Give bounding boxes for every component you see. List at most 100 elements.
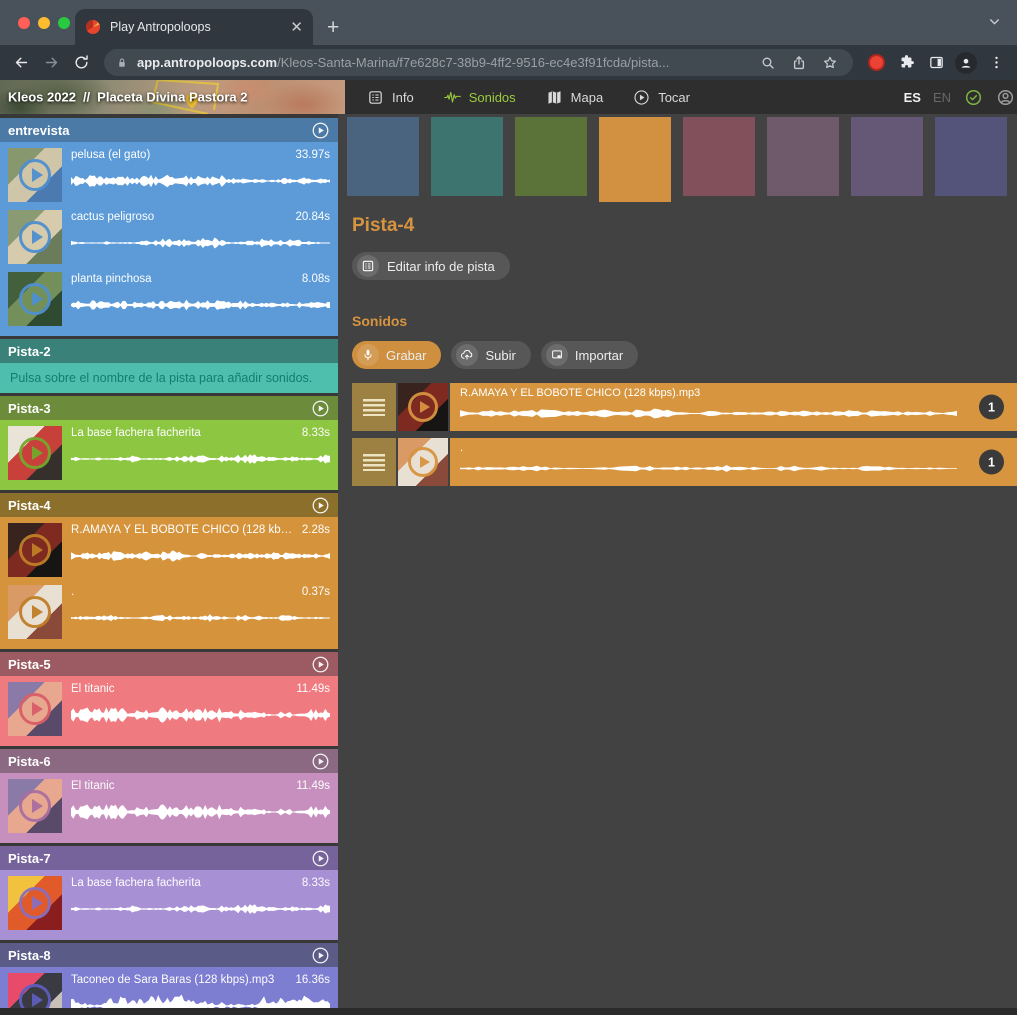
sound-thumbnail[interactable] — [398, 383, 448, 431]
clip-play-icon[interactable] — [19, 887, 51, 919]
sound-row-body[interactable]: .1 — [450, 438, 1017, 486]
clip-item[interactable]: cactus peligroso20.84s — [8, 210, 330, 264]
clip-play-icon[interactable] — [19, 159, 51, 191]
chevron-down-icon[interactable] — [988, 15, 1001, 28]
record-indicator-icon[interactable] — [863, 50, 889, 76]
pista-swatch-3[interactable] — [515, 117, 587, 196]
microphone-icon — [357, 344, 379, 366]
check-circle-icon[interactable] — [964, 88, 983, 107]
clip-play-icon[interactable] — [19, 534, 51, 566]
pista-swatch-1[interactable] — [347, 117, 419, 196]
edit-track-info-button[interactable]: Editar info de pista — [352, 252, 510, 280]
sound-row-body[interactable]: R.AMAYA Y EL BOBOTE CHICO (128 kbps).mp3… — [450, 383, 1017, 431]
clip-play-icon[interactable] — [19, 596, 51, 628]
clip-thumbnail[interactable] — [8, 272, 62, 326]
track-header[interactable]: Pista-2 — [0, 339, 338, 363]
sound-play-icon[interactable] — [408, 447, 438, 477]
side-panel-icon[interactable] — [923, 50, 949, 76]
track-header[interactable]: Pista-6 — [0, 749, 338, 773]
forward-button[interactable] — [38, 50, 64, 76]
track-play-button[interactable] — [311, 655, 330, 674]
track-play-button[interactable] — [311, 752, 330, 771]
clip-play-icon[interactable] — [19, 693, 51, 725]
pista-swatch-5[interactable] — [683, 117, 755, 196]
clip-play-icon[interactable] — [19, 437, 51, 469]
close-window-button[interactable] — [18, 17, 30, 29]
clip-item[interactable]: .0.37s — [8, 585, 330, 639]
clip-item[interactable]: Taconeo de Sara Baras (128 kbps).mp316.3… — [8, 973, 330, 1008]
language-option-es[interactable]: ES — [904, 90, 921, 105]
clip-thumbnail[interactable] — [8, 779, 62, 833]
clip-item[interactable]: La base fachera facherita8.33s — [8, 876, 330, 930]
maximize-window-button[interactable] — [58, 17, 70, 29]
waveform — [460, 457, 957, 480]
clip-play-icon[interactable] — [19, 984, 51, 1008]
nav-item-sonidos[interactable]: Sonidos — [444, 89, 516, 106]
clip-thumbnail[interactable] — [8, 973, 62, 1008]
clip-item[interactable]: planta pinchosa8.08s — [8, 272, 330, 326]
zoom-icon[interactable] — [757, 55, 779, 71]
share-icon[interactable] — [788, 55, 810, 71]
pista-swatch-8[interactable] — [935, 117, 1007, 196]
track-header[interactable]: Pista-8 — [0, 943, 338, 967]
pista-swatch-6[interactable] — [767, 117, 839, 196]
clip-name: El titanic — [71, 683, 114, 695]
clip-play-icon[interactable] — [19, 283, 51, 315]
clip-item[interactable]: R.AMAYA Y EL BOBOTE CHICO (128 kbps)....… — [8, 523, 330, 577]
pista-swatch-2[interactable] — [431, 117, 503, 196]
track-header[interactable]: Pista-3 — [0, 396, 338, 420]
clip-thumbnail[interactable] — [8, 148, 62, 202]
sound-thumbnail[interactable] — [398, 438, 448, 486]
nav-item-mapa[interactable]: Mapa — [546, 89, 604, 106]
clip-item[interactable]: El titanic11.49s — [8, 682, 330, 736]
window-controls — [18, 17, 70, 29]
bookmark-star-icon[interactable] — [819, 55, 841, 71]
clip-item[interactable]: pelusa (el gato)33.97s — [8, 148, 330, 202]
track-header[interactable]: Pista-4 — [0, 493, 338, 517]
clip-thumbnail[interactable] — [8, 876, 62, 930]
nav-item-info[interactable]: Info — [367, 89, 414, 106]
clip-thumbnail[interactable] — [8, 682, 62, 736]
url-bar[interactable]: app.antropoloops.com/Kleos-Santa-Marina/… — [104, 49, 853, 76]
project-banner[interactable]: Kleos 2022 // Placeta Divina Pastora 2 — [0, 80, 345, 114]
pista-swatch-4[interactable] — [599, 117, 671, 202]
track-play-button[interactable] — [311, 121, 330, 140]
track-header[interactable]: Pista-7 — [0, 846, 338, 870]
drag-handle[interactable] — [352, 383, 396, 431]
browser-menu-icon[interactable] — [983, 50, 1009, 76]
tab-title: Play Antropoloops — [110, 20, 281, 34]
clip-play-icon[interactable] — [19, 790, 51, 822]
language-option-en[interactable]: EN — [933, 90, 951, 105]
track-play-button[interactable] — [311, 946, 330, 965]
pista-swatch-7[interactable] — [851, 117, 923, 196]
tab-close-icon[interactable]: ✕ — [290, 20, 303, 35]
extensions-puzzle-icon[interactable] — [893, 50, 919, 76]
clip-item[interactable]: El titanic11.49s — [8, 779, 330, 833]
track-header[interactable]: entrevista — [0, 118, 338, 142]
subir-button[interactable]: Subir — [451, 341, 530, 369]
sound-play-icon[interactable] — [408, 392, 438, 422]
clip-item[interactable]: La base fachera facherita8.33s — [8, 426, 330, 480]
clip-thumbnail[interactable] — [8, 585, 62, 639]
account-icon[interactable] — [996, 88, 1017, 107]
map-icon — [546, 89, 563, 106]
importar-button[interactable]: Importar — [541, 341, 638, 369]
browser-tab[interactable]: Play Antropoloops ✕ — [75, 9, 313, 45]
clip-thumbnail[interactable] — [8, 210, 62, 264]
minimize-window-button[interactable] — [38, 17, 50, 29]
track-play-button[interactable] — [311, 849, 330, 868]
action-label: Importar — [575, 348, 623, 363]
track-header[interactable]: Pista-5 — [0, 652, 338, 676]
profile-avatar[interactable] — [953, 50, 979, 76]
reload-button[interactable] — [68, 50, 94, 76]
track-play-button[interactable] — [311, 496, 330, 515]
track-play-button[interactable] — [311, 399, 330, 418]
back-button[interactable] — [8, 50, 34, 76]
grabar-button[interactable]: Grabar — [352, 341, 441, 369]
nav-item-tocar[interactable]: Tocar — [633, 89, 690, 106]
clip-thumbnail[interactable] — [8, 426, 62, 480]
drag-handle[interactable] — [352, 438, 396, 486]
clip-thumbnail[interactable] — [8, 523, 62, 577]
clip-play-icon[interactable] — [19, 221, 51, 253]
new-tab-button[interactable]: + — [327, 16, 339, 40]
